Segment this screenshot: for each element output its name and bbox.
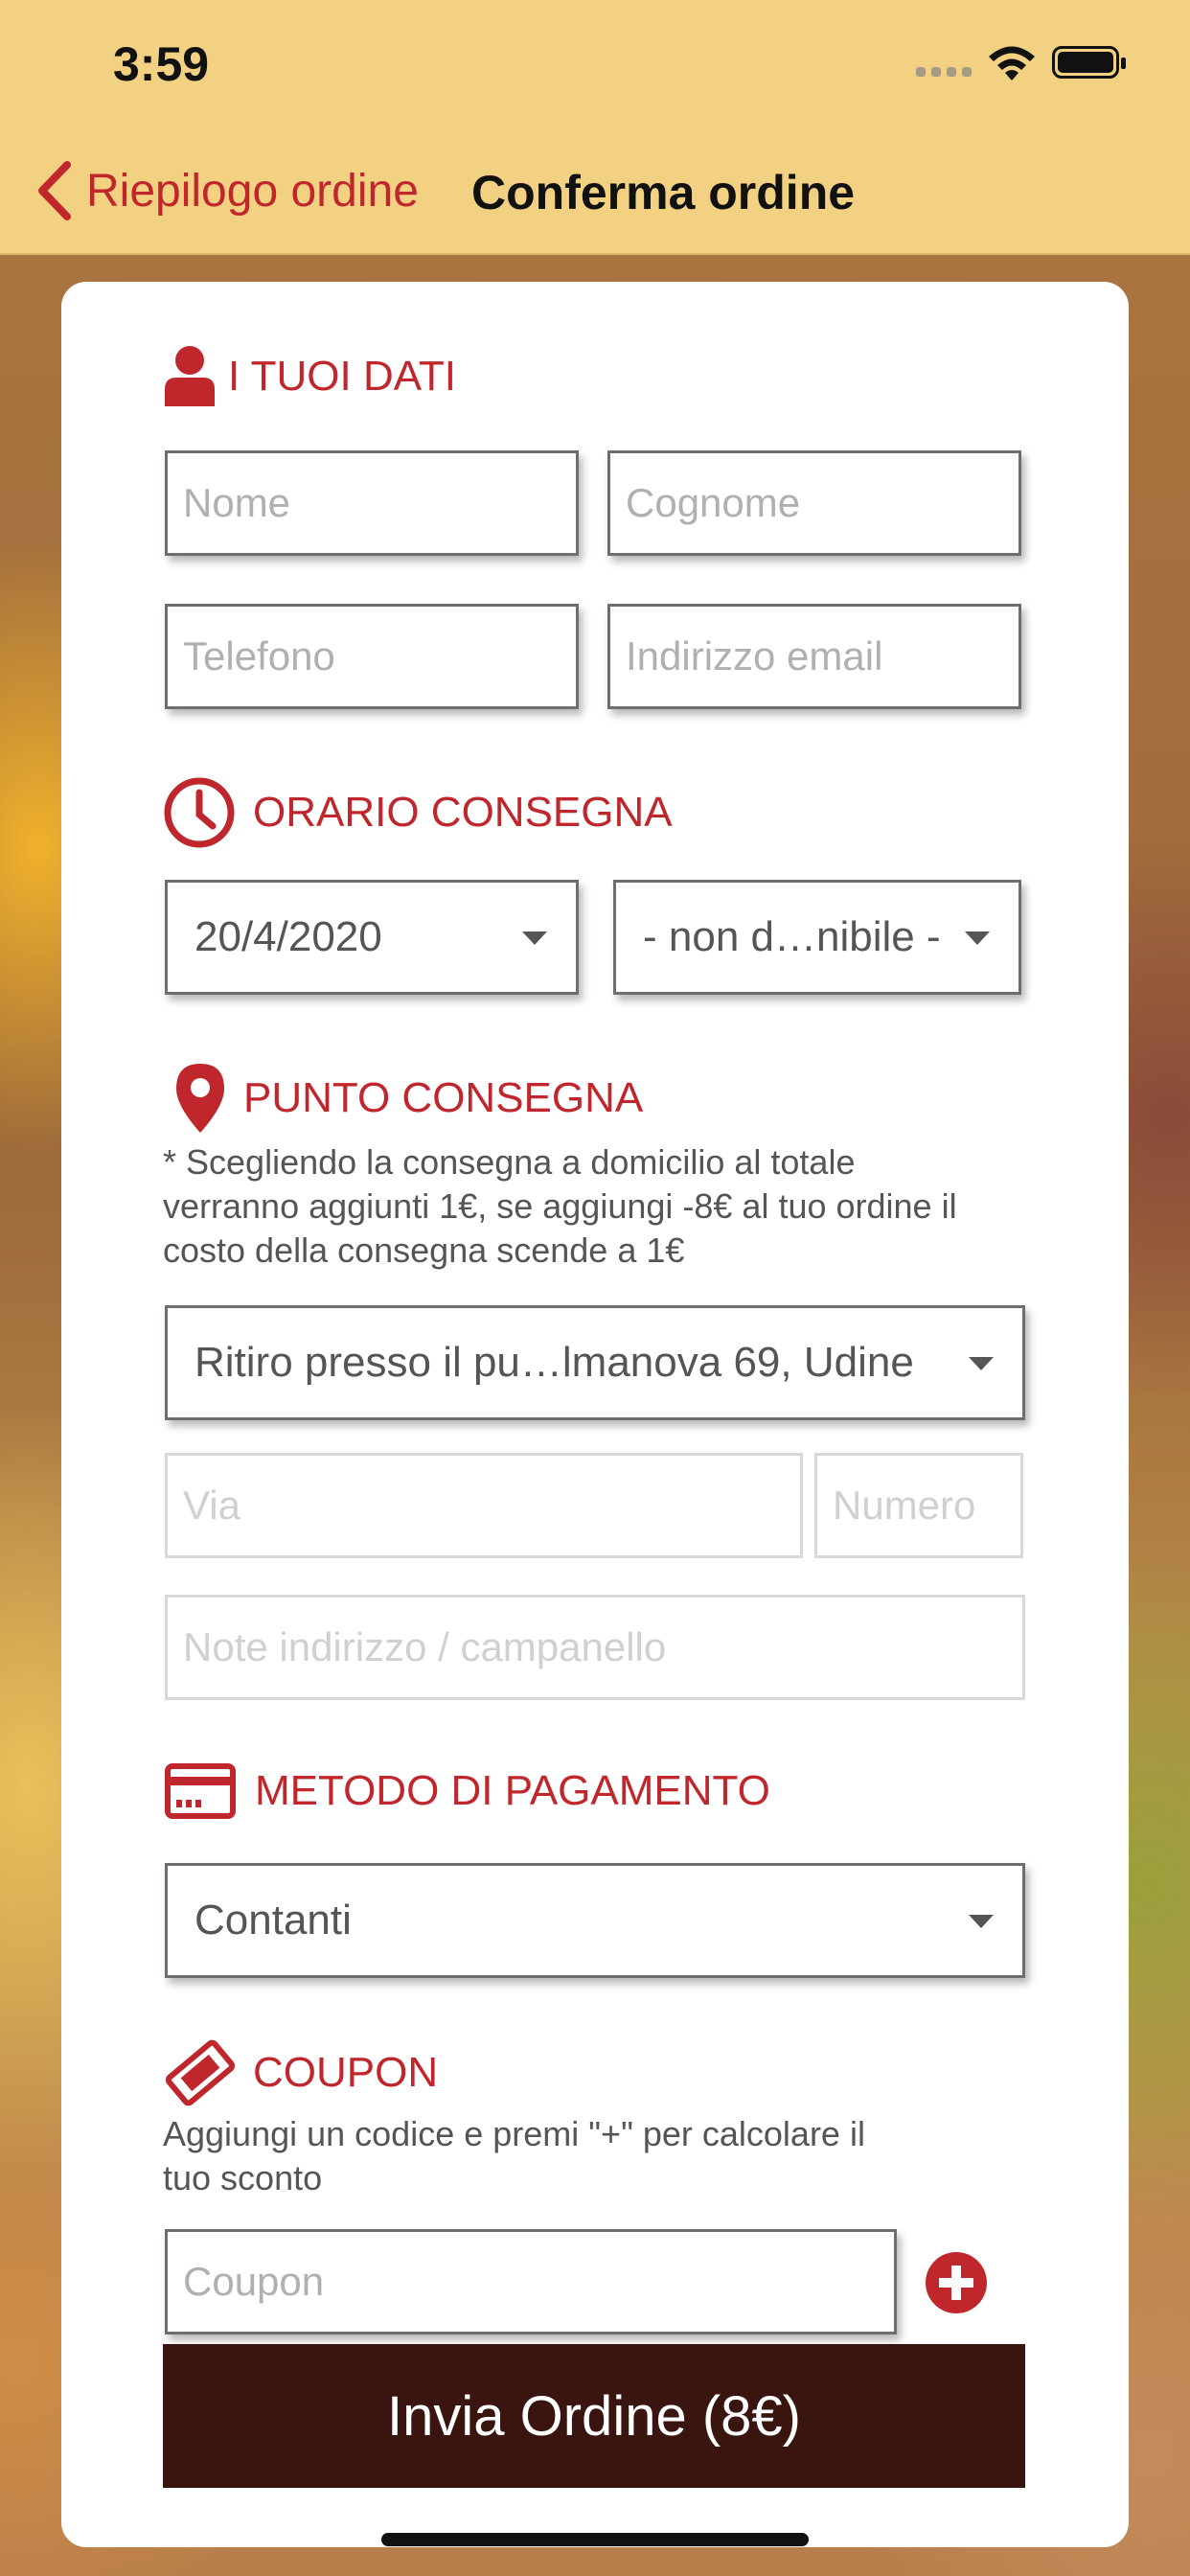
user-icon xyxy=(165,346,215,406)
time-value: - non d…nibile - xyxy=(643,913,941,960)
clock-icon xyxy=(164,777,235,848)
section-title: ORARIO CONSEGNA xyxy=(253,789,673,836)
surname-field[interactable]: Cognome xyxy=(607,450,1021,556)
section-title: PUNTO CONSEGNA xyxy=(243,1074,644,1121)
ticket-icon xyxy=(165,2039,236,2106)
coupon-note-line: tuo sconto xyxy=(163,2158,323,2197)
home-indicator[interactable] xyxy=(381,2533,809,2546)
delivery-point-value: Ritiro presso il pu…lmanova 69, Udine xyxy=(195,1339,914,1386)
navigation-bar: Riepilogo ordine Conferma ordine xyxy=(0,134,1190,255)
status-time: 3:59 xyxy=(113,37,210,91)
delivery-note-line: verranno aggiunti 1€, se aggiungi -8€ al… xyxy=(163,1186,957,1226)
cellular-signal-icon xyxy=(916,67,972,77)
phone-field[interactable]: Telefono xyxy=(165,604,579,709)
battery-icon xyxy=(1052,46,1126,79)
chevron-left-icon xyxy=(38,161,71,220)
time-select[interactable]: - non d…nibile - xyxy=(613,880,1021,995)
street-number-field[interactable]: Numero xyxy=(814,1453,1023,1558)
location-pin-icon xyxy=(176,1064,224,1133)
date-value: 20/4/2020 xyxy=(195,913,382,960)
delivery-note: * Scegliendo la consegna a domicilio al … xyxy=(163,1140,957,1273)
section-coupon: COUPON xyxy=(165,2037,438,2108)
section-payment-method: METODO DI PAGAMENTO xyxy=(165,1763,770,1819)
chevron-down-icon xyxy=(969,1915,994,1928)
chevron-down-icon xyxy=(522,932,547,945)
status-bar: 3:59 xyxy=(0,0,1190,134)
section-title: METODO DI PAGAMENTO xyxy=(255,1767,770,1814)
delivery-note-line: costo della consegna scende a 1€ xyxy=(163,1230,685,1270)
back-button[interactable]: Riepilogo ordine xyxy=(34,159,419,222)
date-select[interactable]: 20/4/2020 xyxy=(165,880,579,995)
section-personal-data: I TUOI DATI xyxy=(163,345,456,408)
chevron-down-icon xyxy=(965,932,990,945)
order-form-card: I TUOI DATI Nome Cognome Telefono Indiri… xyxy=(61,282,1129,2547)
section-delivery-point: PUNTO CONSEGNA xyxy=(174,1062,643,1135)
email-field[interactable]: Indirizzo email xyxy=(607,604,1021,709)
section-title: I TUOI DATI xyxy=(228,353,456,400)
payment-method-select[interactable]: Contanti xyxy=(165,1863,1025,1978)
payment-method-value: Contanti xyxy=(195,1897,352,1944)
page-title: Conferma ordine xyxy=(471,166,856,219)
coupon-note-line: Aggiungi un codice e premi "+" per calco… xyxy=(163,2114,865,2153)
coupon-field[interactable]: Coupon xyxy=(165,2229,897,2334)
delivery-note-line: * Scegliendo la consegna a domicilio al … xyxy=(163,1142,856,1182)
back-label: Riepilogo ordine xyxy=(86,165,419,217)
coupon-note: Aggiungi un codice e premi "+" per calco… xyxy=(163,2112,865,2200)
delivery-point-select[interactable]: Ritiro presso il pu…lmanova 69, Udine xyxy=(165,1305,1025,1420)
name-field[interactable]: Nome xyxy=(165,450,579,556)
section-delivery-time: ORARIO CONSEGNA xyxy=(163,776,673,849)
chevron-down-icon xyxy=(969,1357,994,1370)
credit-card-icon xyxy=(165,1763,236,1819)
wifi-icon xyxy=(989,46,1035,80)
address-note-field[interactable]: Note indirizzo / campanello xyxy=(165,1595,1025,1700)
section-title: COUPON xyxy=(253,2049,439,2096)
submit-order-button[interactable]: Invia Ordine (8€) xyxy=(163,2344,1025,2488)
add-coupon-button[interactable] xyxy=(926,2252,987,2313)
street-field[interactable]: Via xyxy=(165,1453,803,1558)
